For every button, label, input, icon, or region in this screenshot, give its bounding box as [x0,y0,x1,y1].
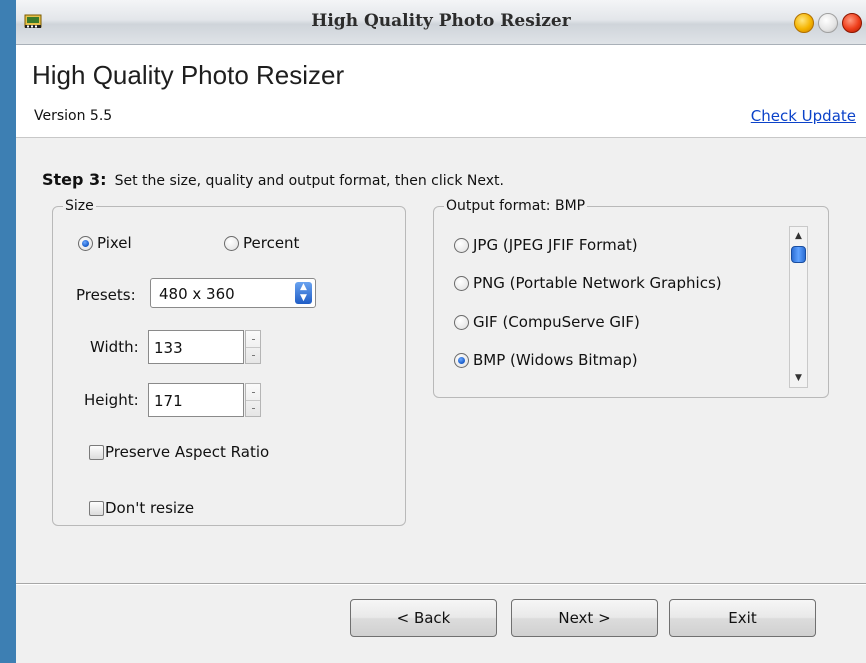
format-label-bmp[interactable]: BMP (Widows Bitmap) [473,351,638,369]
window-title: High Quality Photo Resizer [311,11,571,31]
width-input[interactable]: 133 [148,330,244,364]
dont-resize-checkbox[interactable] [89,501,104,516]
footer-separator [16,583,866,585]
format-label-jpg[interactable]: JPG (JPEG JFIF Format) [473,236,638,254]
format-radio-bmp[interactable] [454,353,469,368]
pixel-radio[interactable] [78,236,93,251]
format-radio-png[interactable] [454,276,469,291]
height-spinner[interactable] [245,383,261,417]
title-bar[interactable]: High Quality Photo Resizer [16,0,866,45]
height-label: Height: [84,391,139,409]
height-value: 171 [154,392,183,410]
format-label-gif[interactable]: GIF (CompuServe GIF) [473,313,640,331]
step-instruction: Set the size, quality and output format,… [114,173,504,189]
height-input[interactable]: 171 [148,383,244,417]
output-format-legend: Output format: BMP [446,198,586,214]
step-heading: Step 3: Set the size, quality and output … [42,170,504,189]
exit-button[interactable]: Exit [669,599,816,637]
percent-radio[interactable] [224,236,239,251]
header-panel: High Quality Photo Resizer Version 5.5 C… [16,45,866,138]
format-label-png[interactable]: PNG (Portable Network Graphics) [473,274,722,292]
format-radio-jpg[interactable] [454,238,469,253]
presets-value: 480 x 360 [159,285,235,303]
format-list-scrollbar[interactable]: ▲ ▼ [789,226,808,388]
width-value: 133 [154,339,183,357]
spinner-divider [246,347,260,348]
preserve-aspect-label[interactable]: Preserve Aspect Ratio [105,443,269,461]
size-group-legend: Size [65,198,94,214]
width-spinner[interactable] [245,330,261,364]
next-button[interactable]: Next > [511,599,658,637]
minimize-icon[interactable] [794,13,814,33]
preserve-aspect-checkbox[interactable] [89,445,104,460]
width-label: Width: [90,338,139,356]
size-group: Size Pixel Percent Presets: 480 x 360 ▲ ▼… [52,198,406,526]
presets-label: Presets: [76,286,136,304]
step-label: Step 3: [42,170,107,189]
presets-select[interactable]: 480 x 360 ▲ ▼ [150,278,316,308]
spinner-divider [246,400,260,401]
back-button[interactable]: < Back [350,599,497,637]
check-update-link[interactable]: Check Update [751,107,856,125]
pixel-label[interactable]: Pixel [97,234,132,252]
close-icon[interactable] [842,13,862,33]
maximize-icon[interactable] [818,13,838,33]
app-window: High Quality Photo Resizer High Quality … [16,0,866,663]
app-title: High Quality Photo Resizer [32,60,345,90]
version-label: Version 5.5 [34,108,113,124]
select-arrows-icon[interactable]: ▲ ▼ [295,282,312,304]
scroll-up-icon[interactable]: ▲ [790,228,807,244]
scroll-down-icon[interactable]: ▼ [790,370,807,386]
scroll-thumb[interactable] [791,246,806,263]
format-radio-gif[interactable] [454,315,469,330]
output-format-group: Output format: BMP JPG (JPEG JFIF Format… [433,198,829,398]
percent-label[interactable]: Percent [243,234,299,252]
dont-resize-label[interactable]: Don't resize [105,499,194,517]
wizard-content: Step 3: Set the size, quality and output … [16,138,866,663]
